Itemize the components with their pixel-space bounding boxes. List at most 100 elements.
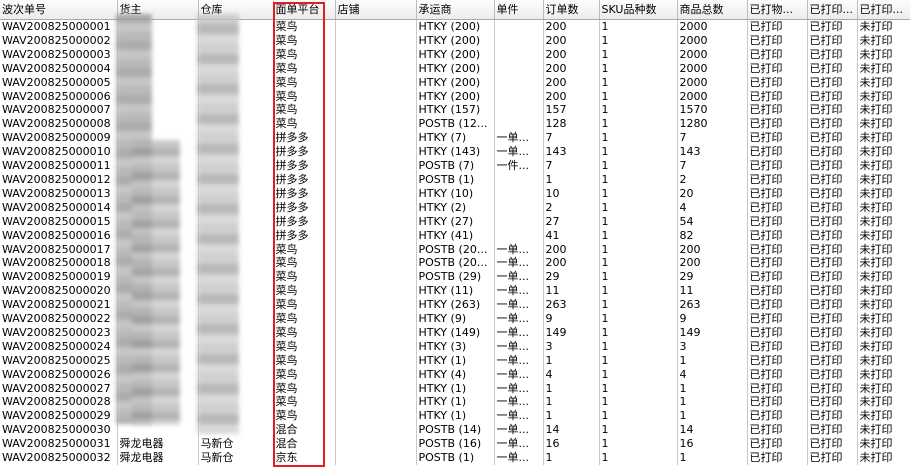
redacted-warehouse-blur <box>197 14 239 434</box>
column-header-p1[interactable]: 已打物... <box>747 0 808 20</box>
table-row[interactable]: WAV200825000032 舜龙电器 马新仓 京东 POSTB (1) 一单... 1 1… <box>0 451 910 465</box>
cell-p1: 已打印 <box>747 159 808 173</box>
table-row[interactable]: WAV200825000031 舜龙电器 马新仓 混合 POSTB (16) 一单... 1… <box>0 437 910 452</box>
cell-orders: 29 <box>543 270 600 285</box>
cell-single: 一单... <box>494 395 544 410</box>
cell-sku: 1 <box>599 47 678 62</box>
column-header-orders[interactable]: 订单数 <box>543 0 600 20</box>
column-header-shop[interactable]: 店铺 <box>335 0 417 20</box>
cell-carrier: POSTB (20... <box>416 256 495 271</box>
cell-p2: 已打印 <box>807 325 858 340</box>
cell-single <box>494 19 544 34</box>
cell-platform: 菜鸟 <box>273 409 336 424</box>
cell-items: 82 <box>677 228 748 243</box>
cell-orders: 149 <box>543 325 600 340</box>
cell-p3: 未打印 <box>857 200 910 215</box>
cell-p3: 未打印 <box>857 256 910 271</box>
cell-p1: 已打印 <box>747 451 808 465</box>
column-header-p3[interactable]: 已打印... <box>857 0 910 20</box>
cell-single: 一单... <box>494 423 544 438</box>
cell-wave: WAV200825000024 <box>0 339 118 354</box>
cell-sku: 1 <box>599 325 678 340</box>
cell-single: 一单... <box>494 270 544 285</box>
cell-wave: WAV200825000003 <box>0 47 118 62</box>
cell-p1: 已打印 <box>747 117 808 132</box>
cell-orders: 200 <box>543 242 600 257</box>
cell-platform: 菜鸟 <box>273 298 336 313</box>
cell-wave: WAV200825000002 <box>0 33 118 48</box>
cell-items: 11 <box>677 284 748 299</box>
column-header-platform[interactable]: 面单平台 <box>273 0 336 20</box>
cell-single: 一单... <box>494 298 544 313</box>
cell-wave: WAV200825000015 <box>0 214 118 229</box>
cell-wave: WAV200825000022 <box>0 312 118 326</box>
cell-p3: 未打印 <box>857 353 910 368</box>
cell-platform: 混合 <box>273 437 336 452</box>
cell-single <box>494 228 544 243</box>
cell-carrier: HTKY (7) <box>416 131 495 146</box>
cell-p3: 未打印 <box>857 172 910 187</box>
cell-carrier: POSTB (1) <box>416 451 495 465</box>
cell-p2: 已打印 <box>807 61 858 76</box>
cell-wave: WAV200825000011 <box>0 159 118 173</box>
cell-carrier: HTKY (1) <box>416 395 495 410</box>
cell-p3: 未打印 <box>857 75 910 90</box>
cell-p1: 已打印 <box>747 367 808 382</box>
cell-single: 一单... <box>494 409 544 424</box>
cell-sku: 1 <box>599 353 678 368</box>
cell-sku: 1 <box>599 33 678 48</box>
cell-p3: 未打印 <box>857 186 910 201</box>
cell-platform: 菜鸟 <box>273 242 336 257</box>
cell-sku: 1 <box>599 214 678 229</box>
cell-shop <box>335 186 417 201</box>
cell-platform: 菜鸟 <box>273 75 336 90</box>
cell-items: 16 <box>677 437 748 452</box>
column-header-wave[interactable]: 波次单号 <box>0 0 118 20</box>
cell-p2: 已打印 <box>807 256 858 271</box>
cell-sku: 1 <box>599 103 678 118</box>
cell-wave: WAV200825000027 <box>0 381 118 396</box>
cell-p3: 未打印 <box>857 298 910 313</box>
cell-orders: 9 <box>543 312 600 326</box>
cell-p2: 已打印 <box>807 270 858 285</box>
cell-sku: 1 <box>599 75 678 90</box>
cell-carrier: HTKY (41) <box>416 228 495 243</box>
cell-platform: 菜鸟 <box>273 381 336 396</box>
cell-p3: 未打印 <box>857 145 910 160</box>
cell-wave: WAV200825000010 <box>0 145 118 160</box>
cell-single <box>494 117 544 132</box>
cell-sku: 1 <box>599 172 678 187</box>
cell-items: 2000 <box>677 89 748 104</box>
cell-shop <box>335 395 417 410</box>
cell-wave: WAV200825000014 <box>0 200 118 215</box>
cell-items: 200 <box>677 256 748 271</box>
column-header-items[interactable]: 商品总数 <box>677 0 748 20</box>
cell-shop <box>335 172 417 187</box>
cell-platform: 菜鸟 <box>273 367 336 382</box>
cell-wave: WAV200825000021 <box>0 298 118 313</box>
cell-items: 143 <box>677 145 748 160</box>
column-header-p2[interactable]: 已打印... <box>807 0 858 20</box>
cell-shop <box>335 325 417 340</box>
cell-p1: 已打印 <box>747 423 808 438</box>
cell-platform: 拼多多 <box>273 228 336 243</box>
column-header-single[interactable]: 单件 <box>494 0 544 20</box>
cell-orders: 27 <box>543 214 600 229</box>
cell-carrier: POSTB (12... <box>416 117 495 132</box>
table-row[interactable]: WAV200825000030 混合 POSTB (14) 一单... 14 1 14 已打印… <box>0 423 910 438</box>
cell-p3: 未打印 <box>857 423 910 438</box>
cell-platform: 菜鸟 <box>273 395 336 410</box>
cell-carrier: HTKY (149) <box>416 325 495 340</box>
column-header-carrier[interactable]: 承运商 <box>416 0 495 20</box>
cell-p2: 已打印 <box>807 228 858 243</box>
cell-orders: 1 <box>543 172 600 187</box>
cell-p1: 已打印 <box>747 89 808 104</box>
cell-shop <box>335 103 417 118</box>
cell-shop <box>335 451 417 465</box>
cell-single: 一单... <box>494 256 544 271</box>
column-header-sku[interactable]: SKU品种数 <box>599 0 678 20</box>
cell-orders: 41 <box>543 228 600 243</box>
cell-owner <box>117 423 199 438</box>
cell-wave: WAV200825000025 <box>0 353 118 368</box>
cell-sku: 1 <box>599 270 678 285</box>
